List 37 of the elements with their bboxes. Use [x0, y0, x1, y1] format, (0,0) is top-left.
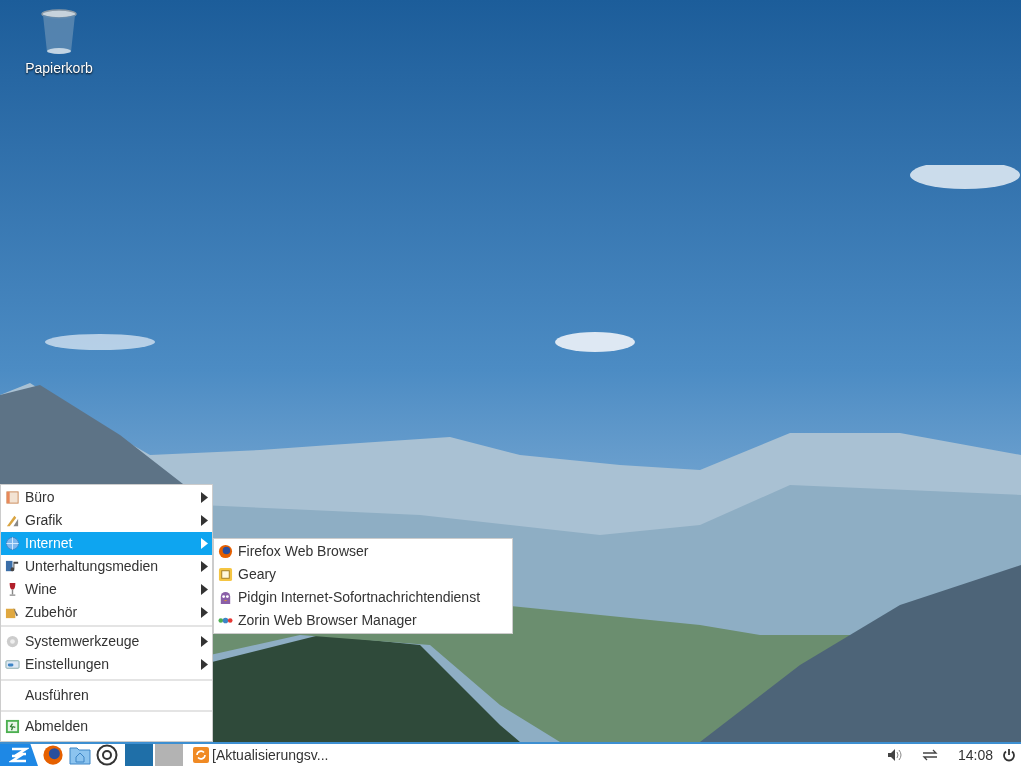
network-arrows-icon[interactable]	[920, 748, 939, 762]
menu-item[interactable]: Geary	[214, 563, 512, 586]
taskbar-task[interactable]: [Aktualisierungsv...	[193, 744, 329, 766]
category-icon	[5, 657, 20, 672]
menu-item[interactable]: Wine	[1, 578, 212, 601]
app-icon	[218, 590, 233, 605]
category-icon	[5, 513, 20, 528]
category-icon	[5, 634, 20, 649]
power-icon[interactable]	[1002, 748, 1016, 762]
menu-item[interactable]: Ausführen	[1, 684, 212, 707]
category-icon	[5, 490, 20, 505]
clock[interactable]: 14:08	[957, 744, 993, 766]
menu-item[interactable]: Zubehör	[1, 601, 212, 624]
workspace-switcher[interactable]	[155, 744, 183, 766]
logo-icon	[9, 747, 29, 763]
trash-can-icon[interactable]	[39, 8, 79, 56]
menu-item[interactable]: Abmelden	[1, 715, 212, 738]
app-icon	[218, 567, 233, 582]
browser-icon[interactable]	[42, 744, 64, 766]
menu-item[interactable]: Büro	[1, 486, 212, 509]
home-folder-icon[interactable]	[69, 745, 91, 765]
menu-item[interactable]: Systemwerkzeuge	[1, 630, 212, 653]
category-icon	[5, 559, 20, 574]
menu-item[interactable]: Firefox Web Browser	[214, 540, 512, 563]
menu-item[interactable]: Zorin Web Browser Manager	[214, 609, 512, 632]
menu-item[interactable]: Einstellungen	[1, 653, 212, 676]
menu-item[interactable]: Unterhaltungsmedien	[1, 555, 212, 578]
refresh-icon	[193, 747, 209, 763]
workspace-switcher[interactable]	[125, 744, 153, 766]
category-icon	[5, 536, 20, 551]
volume-icon[interactable]	[886, 748, 903, 762]
start-menu-button[interactable]	[0, 744, 38, 766]
menu-item[interactable]: Pidgin Internet-Sofortnachrichtendienst	[214, 586, 512, 609]
category-icon	[5, 719, 20, 734]
app-icon	[218, 544, 233, 559]
desktop-icon-label[interactable]: Papierkorb	[25, 58, 93, 79]
menu-item[interactable]: Grafik	[1, 509, 212, 532]
